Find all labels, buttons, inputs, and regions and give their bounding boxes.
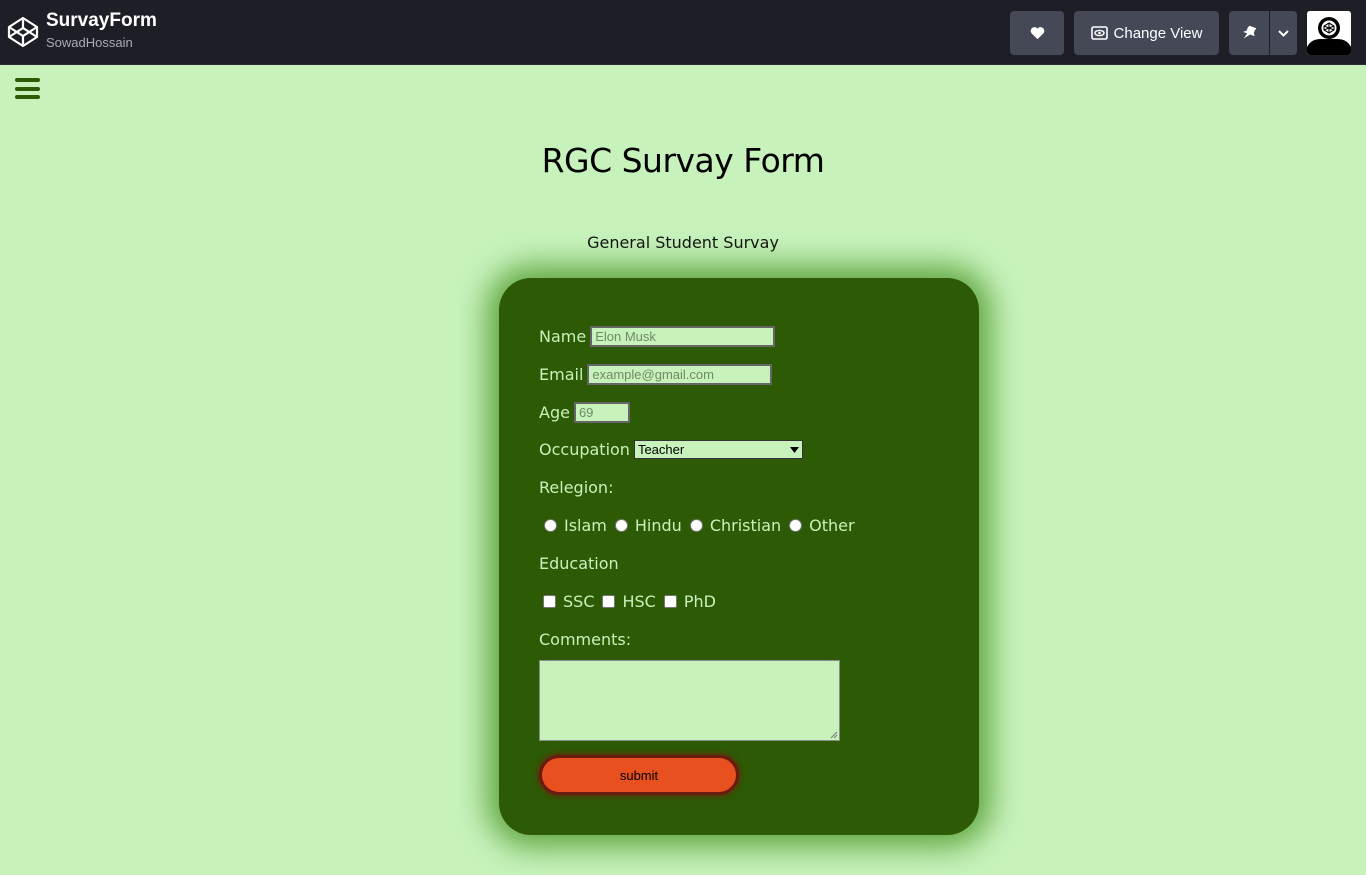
education-label: Education [539, 554, 619, 573]
radio-hindu[interactable] [614, 519, 628, 532]
email-input[interactable]: example@gmail.com [587, 364, 773, 385]
religion-option-christian[interactable]: Christian [689, 516, 782, 535]
education-heading-row: Education [539, 554, 619, 573]
checkbox-ssc[interactable] [543, 595, 556, 608]
radio-label-christian: Christian [709, 516, 782, 535]
radio-islam[interactable] [544, 519, 557, 532]
pin-dropdown-button[interactable] [1270, 11, 1297, 55]
avatar[interactable] [1307, 11, 1351, 55]
age-placeholder: 69 [578, 405, 594, 420]
love-button[interactable] [1010, 11, 1064, 55]
page-subtitle: General Student Survay [587, 233, 779, 252]
page-title: RGC Survay Form [541, 141, 825, 180]
occupation-select[interactable]: Teacher [633, 440, 803, 459]
change-view-button[interactable]: Change View [1074, 11, 1219, 55]
religion-option-other[interactable]: Other [789, 516, 855, 535]
name-input[interactable]: Elon Musk [590, 326, 776, 347]
submit-button[interactable]: submit [539, 755, 739, 795]
name-label: Name [539, 327, 587, 346]
education-option-hsc[interactable]: HSC [602, 592, 656, 611]
occupation-label: Occupation [539, 440, 630, 459]
top-bar: SurvayForm SowadHossain Change View [0, 0, 1366, 65]
pen-author[interactable]: SowadHossain [46, 33, 157, 53]
radio-other[interactable] [789, 519, 803, 532]
checkbox-phd[interactable] [663, 595, 677, 608]
email-row: Email example@gmail.com [539, 364, 773, 385]
submit-label: submit [619, 767, 659, 783]
occupation-selected: Teacher [637, 442, 685, 457]
chevron-down-icon [1278, 29, 1289, 37]
pen-title[interactable]: SurvayForm [46, 9, 157, 33]
age-label: Age [539, 403, 570, 422]
name-row: Name Elon Musk [539, 326, 776, 347]
occupation-row: Occupation Teacher [539, 440, 803, 459]
radio-label-islam: Islam [564, 516, 607, 535]
education-options: SSC HSC PhD [543, 592, 724, 611]
religion-option-hindu[interactable]: Hindu [614, 516, 682, 535]
pen-title-block: SurvayForm SowadHossain [46, 9, 157, 53]
heart-icon [1030, 27, 1044, 40]
checkbox-label-ssc: SSC [563, 592, 595, 611]
age-input[interactable]: 69 [573, 402, 630, 423]
comments-heading-row: Comments: [539, 630, 631, 649]
education-option-ssc[interactable]: SSC [543, 592, 594, 611]
comments-label: Comments: [539, 630, 632, 649]
religion-label: Relegion: [539, 478, 614, 497]
radio-label-other: Other [809, 516, 855, 535]
radio-christian[interactable] [689, 519, 703, 532]
codepen-logo-icon[interactable] [6, 15, 40, 49]
change-view-label: Change View [1113, 24, 1203, 42]
email-label: Email [539, 365, 584, 384]
religion-option-islam[interactable]: Islam [544, 516, 607, 535]
email-placeholder: example@gmail.com [592, 367, 714, 382]
hamburger-menu-icon[interactable] [15, 78, 40, 99]
select-arrow-icon [789, 446, 799, 453]
religion-heading-row: Relegion: [539, 478, 613, 497]
survey-form: Name Elon Musk Email example@gmail.com A… [499, 278, 979, 835]
radio-label-hindu: Hindu [634, 516, 682, 535]
eye-icon [1090, 26, 1108, 40]
checkbox-label-hsc: HSC [622, 592, 656, 611]
checkbox-label-phd: PhD [683, 592, 716, 611]
education-option-phd[interactable]: PhD [663, 592, 716, 611]
comments-textarea[interactable] [539, 660, 840, 741]
age-row: Age 69 [539, 402, 630, 423]
religion-options: Islam Hindu Christian Other [544, 516, 863, 535]
name-placeholder: Elon Musk [595, 329, 656, 344]
checkbox-hsc[interactable] [602, 595, 616, 608]
resize-handle-icon[interactable] [830, 731, 838, 739]
pin-button[interactable] [1229, 11, 1269, 55]
pin-icon [1243, 25, 1256, 39]
user-silhouette-icon [1307, 11, 1351, 55]
